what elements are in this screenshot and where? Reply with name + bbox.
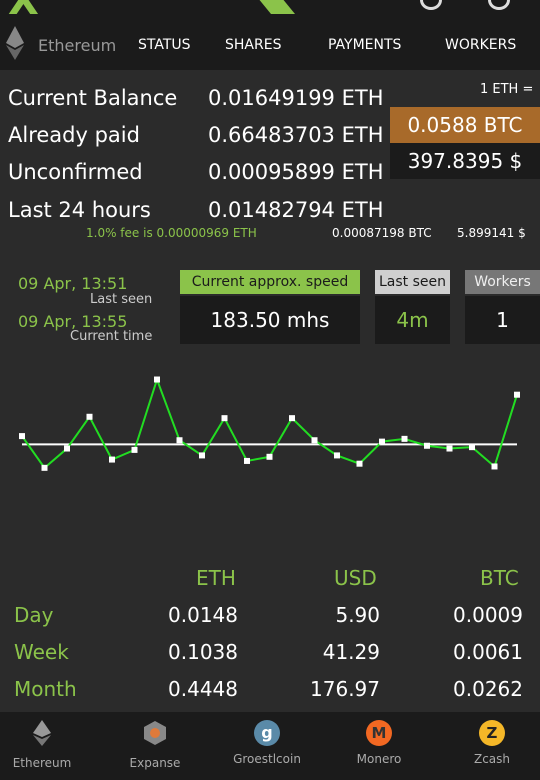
data-point	[469, 444, 475, 451]
hashrate-chart	[19, 376, 520, 471]
tab-workers[interactable]: WORKERS	[445, 37, 516, 53]
data-point	[424, 442, 430, 449]
bottom-tab-label: Monero	[356, 752, 402, 766]
top-strip: X	[0, 0, 540, 18]
current-time-caption: Current time	[70, 329, 153, 344]
last-24h-label: Last 24 hours	[8, 198, 151, 222]
btc-24h: 0.00087198 BTC	[332, 226, 432, 240]
workers-header: Workers	[465, 270, 540, 294]
row-day-label: Day	[14, 603, 54, 627]
groestlcoin-icon: g	[254, 720, 280, 746]
coin-name[interactable]: Ethereum	[38, 36, 116, 55]
data-point	[19, 433, 25, 440]
bottom-tab-monero[interactable]: M Monero	[325, 712, 433, 766]
data-point	[86, 413, 93, 420]
row-month-label: Month	[14, 677, 77, 701]
last-seen-caption: Last seen	[90, 292, 153, 307]
data-point	[41, 464, 48, 471]
usd-rate: 397.8395 $	[390, 143, 540, 179]
app-logo-icon	[259, 0, 295, 14]
speed-value: 183.50 mhs	[180, 296, 360, 344]
status-icon	[420, 0, 442, 10]
data-point	[491, 463, 498, 470]
week-btc: 0.0061	[453, 640, 523, 664]
data-point	[109, 456, 115, 463]
data-point	[131, 446, 138, 453]
day-usd: 5.90	[335, 603, 380, 627]
unconfirmed-label: Unconfirmed	[8, 160, 143, 184]
data-point	[154, 376, 160, 383]
bottom-tab-label: Expanse	[129, 756, 181, 770]
data-point	[311, 437, 318, 444]
bottom-tab-ethereum[interactable]: Ethereum	[0, 712, 96, 770]
fee-note: 1.0% fee is 0.00000969 ETH	[86, 226, 257, 240]
bottom-tab-groestlcoin[interactable]: g Groestlcoin	[213, 712, 321, 766]
last-seen-header: Last seen	[375, 270, 450, 294]
ethereum-icon	[33, 720, 51, 746]
data-point	[379, 438, 385, 445]
unconfirmed-value: 0.00095899 ETH	[208, 160, 384, 184]
tab-payments[interactable]: PAYMENTS	[328, 37, 401, 53]
btc-rate: 0.0588 BTC	[390, 107, 540, 143]
speed-header: Current approx. speed	[180, 270, 360, 294]
ethereum-icon	[6, 26, 24, 60]
data-point	[356, 460, 363, 467]
last-24h-value: 0.01482794 ETH	[208, 198, 384, 222]
data-point	[176, 437, 183, 444]
data-point	[446, 445, 453, 452]
current-balance-value: 0.01649199 ETH	[208, 86, 384, 110]
already-paid-label: Already paid	[8, 123, 140, 147]
month-btc: 0.0262	[453, 677, 523, 701]
bottom-nav: Ethereum Expanse g Groestlcoin M Monero …	[0, 712, 540, 780]
tab-shares[interactable]: SHARES	[225, 37, 281, 53]
data-point	[199, 452, 205, 459]
data-point	[514, 391, 520, 398]
refresh-icon[interactable]	[488, 0, 510, 10]
week-eth: 0.1038	[168, 640, 238, 664]
bottom-tab-label: Ethereum	[12, 756, 72, 770]
data-point	[334, 452, 340, 459]
data-point	[401, 435, 408, 442]
month-eth: 0.4448	[168, 677, 238, 701]
data-point	[221, 415, 228, 422]
col-eth-header: ETH	[196, 566, 236, 590]
current-balance-label: Current Balance	[8, 86, 178, 110]
last-seen-value: 4m	[375, 296, 450, 344]
col-usd-header: USD	[334, 566, 377, 590]
usd-24h: 5.899141 $	[457, 226, 526, 240]
bottom-tab-expanse[interactable]: Expanse	[101, 712, 209, 770]
zcash-icon: Z	[479, 720, 505, 746]
bottom-tab-zcash[interactable]: Z Zcash	[438, 712, 540, 766]
col-btc-header: BTC	[480, 566, 519, 590]
partial-logo-icon: X	[8, 0, 39, 18]
bottom-tab-label: Zcash	[473, 752, 511, 766]
week-usd: 41.29	[322, 640, 380, 664]
workers-value: 1	[465, 296, 540, 344]
day-btc: 0.0009	[453, 603, 523, 627]
data-point	[289, 415, 295, 422]
top-nav: Ethereum STATUS SHARES PAYMENTS WORKERS	[0, 18, 540, 70]
tab-status[interactable]: STATUS	[138, 37, 191, 53]
last-seen-time: 09 Apr, 13:51	[18, 274, 128, 293]
expanse-icon	[144, 721, 166, 745]
monero-icon: M	[366, 720, 392, 746]
data-point	[244, 457, 250, 464]
data-point	[64, 445, 70, 452]
row-week-label: Week	[14, 640, 69, 664]
bottom-tab-label: Groestlcoin	[233, 752, 301, 766]
rate-header: 1 ETH =	[480, 82, 534, 97]
day-eth: 0.0148	[168, 603, 238, 627]
already-paid-value: 0.66483703 ETH	[208, 123, 384, 147]
month-usd: 176.97	[310, 677, 380, 701]
data-point	[266, 453, 273, 460]
